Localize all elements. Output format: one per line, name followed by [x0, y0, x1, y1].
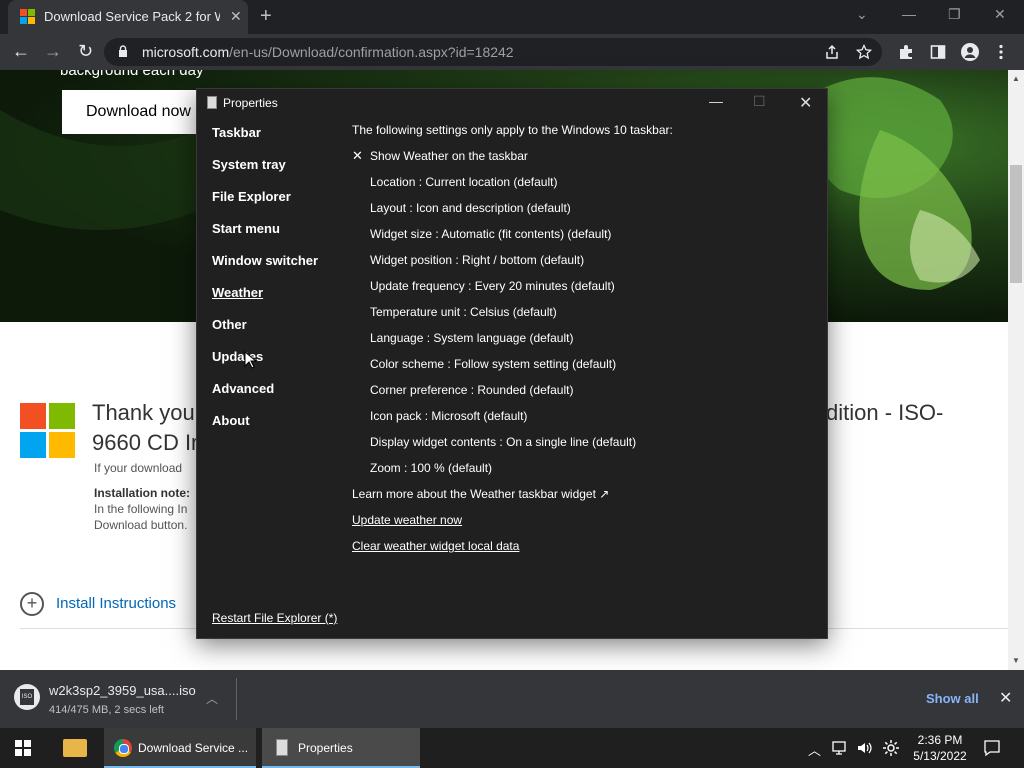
- close-window-icon[interactable]: ✕: [994, 6, 1006, 23]
- clear-data-link[interactable]: Clear weather widget local data: [352, 539, 519, 553]
- taskbar-properties-button[interactable]: Properties: [262, 728, 420, 768]
- back-button[interactable]: ←: [12, 42, 30, 60]
- setting-color-scheme[interactable]: Color scheme : Follow system setting (de…: [370, 357, 616, 371]
- thank-you-heading: Thank you f: [92, 400, 207, 425]
- download-bar: ISO w2k3sp2_3959_usa....iso 414/475 MB, …: [0, 670, 1024, 728]
- download-file-name[interactable]: w2k3sp2_3959_usa....iso: [49, 683, 196, 698]
- nav-taskbar[interactable]: Taskbar: [212, 125, 261, 140]
- learn-more-link[interactable]: Learn more about the Weather taskbar wid…: [352, 487, 609, 501]
- setting-widget-position[interactable]: Widget position : Right / bottom (defaul…: [370, 253, 584, 267]
- extensions-icon[interactable]: [898, 44, 914, 60]
- mouse-cursor-icon: [244, 351, 256, 369]
- setting-icon-pack[interactable]: Icon pack : Microsoft (default): [370, 409, 527, 423]
- restore-icon[interactable]: ❐: [948, 6, 961, 23]
- download-status: 414/475 MB, 2 secs left: [49, 704, 164, 716]
- browser-tab[interactable]: Download Service Pack 2 for Windows ✕: [8, 0, 248, 34]
- show-all-button[interactable]: Show all: [926, 691, 979, 706]
- iso-file-icon[interactable]: ISO: [14, 684, 40, 710]
- browser-toolbar: ← → ↻ microsoft.com/en-us/Download/confi…: [0, 34, 1024, 70]
- taskbar-chrome-label: Download Service ...: [138, 741, 249, 755]
- nav-window-switcher[interactable]: Window switcher: [212, 253, 318, 268]
- clock[interactable]: 2:36 PM 5/13/2022: [912, 732, 968, 764]
- profile-icon[interactable]: [961, 43, 979, 61]
- menu-icon[interactable]: [998, 44, 1004, 60]
- microsoft-favicon-icon: [20, 9, 36, 25]
- star-icon[interactable]: [856, 44, 872, 60]
- dialog-maximize-icon[interactable]: ☐: [753, 93, 766, 110]
- network-icon[interactable]: [832, 740, 850, 756]
- settings-gear-icon[interactable]: [882, 739, 900, 757]
- nav-weather[interactable]: Weather: [212, 285, 263, 300]
- clock-date: 5/13/2022: [913, 749, 967, 763]
- install-note-text-2: Download button.: [94, 518, 188, 532]
- address-bar[interactable]: microsoft.com/en-us/Download/confirmatio…: [104, 38, 882, 66]
- setting-temperature-unit[interactable]: Temperature unit : Celsius (default): [370, 305, 557, 319]
- setting-widget-size[interactable]: Widget size : Automatic (fit contents) (…: [370, 227, 611, 241]
- start-button[interactable]: [15, 740, 31, 756]
- setting-update-frequency[interactable]: Update frequency : Every 20 minutes (def…: [370, 279, 615, 293]
- install-instructions-link[interactable]: + Install Instructions: [20, 592, 176, 616]
- divider: [236, 678, 237, 720]
- update-weather-link[interactable]: Update weather now: [352, 513, 462, 527]
- properties-app-icon: [207, 96, 217, 109]
- microsoft-logo: [20, 403, 76, 459]
- show-weather-toggle[interactable]: Show Weather on the taskbar: [370, 149, 528, 163]
- close-download-bar-icon[interactable]: ✕: [999, 688, 1012, 708]
- volume-icon[interactable]: [856, 740, 874, 756]
- page-scrollbar[interactable]: ▲ ▼: [1008, 70, 1024, 670]
- tab-title: Download Service Pack 2 for Windows: [44, 9, 220, 24]
- properties-icon: [276, 739, 288, 756]
- restart-explorer-link[interactable]: Restart File Explorer (*): [212, 611, 337, 625]
- tab-search-icon[interactable]: ⌄: [856, 6, 868, 23]
- setting-location[interactable]: Location : Current location (default): [370, 175, 557, 189]
- hero-text: background each day: [60, 70, 204, 79]
- setting-layout[interactable]: Layout : Icon and description (default): [370, 201, 571, 215]
- nav-start-menu[interactable]: Start menu: [212, 221, 280, 236]
- download-now-button[interactable]: Download now: [62, 90, 212, 134]
- new-tab-button[interactable]: +: [260, 5, 272, 28]
- scroll-down-icon[interactable]: ▼: [1012, 656, 1020, 665]
- notifications-icon[interactable]: [983, 739, 1001, 757]
- settings-heading: The following settings only apply to the…: [352, 123, 673, 137]
- minimize-icon[interactable]: —: [902, 6, 916, 22]
- tray-chevron-icon[interactable]: ︿: [808, 740, 821, 759]
- taskbar-properties-label: Properties: [298, 741, 353, 755]
- chevron-up-icon[interactable]: ︿: [206, 690, 218, 707]
- chrome-icon: [114, 739, 132, 757]
- url-text: microsoft.com/en-us/Download/confirmatio…: [142, 44, 514, 60]
- dialog-close-icon[interactable]: ✕: [799, 93, 812, 113]
- lock-icon[interactable]: [118, 45, 128, 57]
- nav-system-tray[interactable]: System tray: [212, 157, 286, 172]
- taskbar-chrome-button[interactable]: Download Service ...: [104, 728, 256, 768]
- file-explorer-icon[interactable]: [63, 739, 87, 757]
- edition-heading: dition - ISO-: [826, 400, 944, 425]
- nav-advanced[interactable]: Advanced: [212, 381, 274, 396]
- thank-you-heading-line2: 9660 CD Im: [92, 430, 210, 455]
- install-note-text: In the following In: [94, 502, 188, 516]
- setting-language[interactable]: Language : System language (default): [370, 331, 573, 345]
- dialog-minimize-icon[interactable]: —: [709, 93, 723, 109]
- clock-time: 2:36 PM: [917, 733, 963, 747]
- tab-close-icon[interactable]: ✕: [230, 8, 242, 25]
- scroll-up-icon[interactable]: ▲: [1012, 74, 1020, 83]
- nav-other[interactable]: Other: [212, 317, 247, 332]
- sidebar-icon[interactable]: [930, 44, 946, 60]
- setting-corner-preference[interactable]: Corner preference : Rounded (default): [370, 383, 573, 397]
- check-icon[interactable]: ✕: [352, 148, 363, 164]
- reload-button[interactable]: ↻: [78, 42, 93, 60]
- setting-display-contents[interactable]: Display widget contents : On a single li…: [370, 435, 636, 449]
- nav-about[interactable]: About: [212, 413, 250, 428]
- share-icon[interactable]: [824, 44, 840, 60]
- tab-strip: Download Service Pack 2 for Windows ✕ + …: [0, 0, 1024, 34]
- download-hint: If your download: [94, 461, 183, 475]
- forward-button[interactable]: →: [44, 42, 62, 60]
- properties-dialog: Properties — ☐ ✕ Taskbar System tray Fil…: [196, 88, 828, 639]
- nav-file-explorer[interactable]: File Explorer: [212, 189, 291, 204]
- windows-taskbar: Download Service ... Properties ︿ 2:36 P…: [0, 728, 1024, 768]
- install-note-label: Installation note:: [94, 486, 190, 500]
- scroll-thumb[interactable]: [1010, 165, 1022, 283]
- plus-icon: +: [20, 592, 44, 616]
- dialog-title: Properties: [223, 96, 278, 110]
- setting-zoom[interactable]: Zoom : 100 % (default): [370, 461, 492, 475]
